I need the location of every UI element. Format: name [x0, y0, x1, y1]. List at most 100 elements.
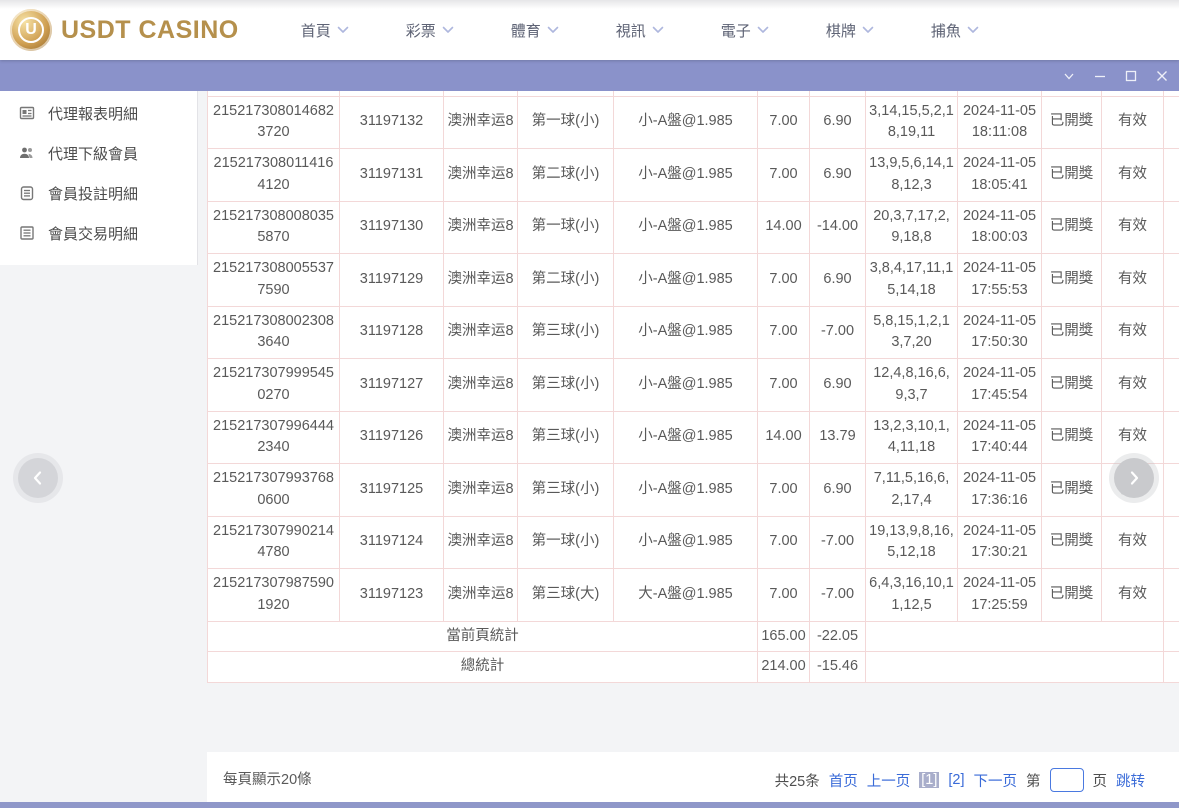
transaction-icon — [19, 225, 35, 241]
cell-win_loss: 6.90 — [810, 359, 866, 412]
cell-result: 3,14,15,5,2,18,19,11 — [866, 96, 958, 149]
cell-option: 小-A盤@1.985 — [614, 306, 758, 359]
cell-bet_id: 31197132 — [340, 96, 444, 149]
cell-draw_status: 已開獎 — [1042, 149, 1102, 202]
cell-draw_status: 已開獎 — [1042, 359, 1102, 412]
nav-item[interactable]: 首頁 — [301, 20, 349, 41]
sidebar-item-label: 代理下級會員 — [48, 143, 138, 164]
table-footer: 每頁顯示20條 共25条 首页 上一页 [1][2] 下一页 第 页 跳转 — [207, 752, 1179, 808]
cell-option: 小-A盤@1.985 — [614, 359, 758, 412]
page-total-amount: 165.00 — [758, 621, 810, 652]
cell-order_id: 2152173079902144780 — [208, 516, 340, 569]
cell-draw_status: 已開獎 — [1042, 96, 1102, 149]
cell-bet_id: 31197130 — [340, 201, 444, 254]
sidebar-item[interactable]: 會員投註明細 — [0, 173, 197, 213]
sidebar-item[interactable]: 代理下級會員 — [0, 133, 197, 173]
cell-game: 澳洲幸运8 — [444, 149, 518, 202]
cell-game: 澳洲幸运8 — [444, 516, 518, 569]
users-icon — [19, 145, 35, 161]
cell-play: 第三球(小) — [518, 359, 614, 412]
bet-detail-icon — [19, 185, 35, 201]
cell-amount: 7.00 — [758, 149, 810, 202]
cell-option: 小-A盤@1.985 — [614, 96, 758, 149]
jump-button[interactable]: 跳转 — [1116, 770, 1145, 791]
logo-coin-icon: U — [10, 9, 52, 51]
cell-win_loss: -7.00 — [810, 516, 866, 569]
cell-play: 第一球(小) — [518, 516, 614, 569]
nav-item[interactable]: 捕魚 — [931, 20, 979, 41]
cell-amount: 7.00 — [758, 306, 810, 359]
chevron-down-icon — [337, 26, 349, 34]
cell-win_loss: 6.90 — [810, 464, 866, 517]
table-row: 215217308008035587031197130澳洲幸运8第一球(小)小-… — [208, 201, 1179, 254]
sidebar-item[interactable]: 代理報表明細 — [0, 93, 197, 133]
page-total-label: 當前頁統計 — [208, 621, 758, 652]
cell-game: 澳洲幸运8 — [444, 96, 518, 149]
current-page[interactable]: [1] — [919, 772, 939, 788]
minimize-icon[interactable] — [1093, 69, 1107, 83]
nav-item[interactable]: 視訊 — [616, 20, 664, 41]
cell-play: 第二球(小) — [518, 254, 614, 307]
jump-prefix: 第 — [1026, 770, 1041, 791]
app-header: U USDT CASINO 首頁 彩票 體育 視訊 電子 棋牌 — [0, 0, 1179, 60]
cell-option: 大-A盤@1.985 — [614, 569, 758, 622]
cell-win_loss: -14.00 — [810, 201, 866, 254]
chevron-down-icon — [652, 26, 664, 34]
table-row: 215217307996444234031197126澳洲幸运8第三球(小)小-… — [208, 411, 1179, 464]
pagination: 共25条 首页 上一页 [1][2] 下一页 第 页 跳转 — [775, 768, 1145, 792]
cell-valid_status: 有效 — [1102, 306, 1164, 359]
collapse-chevron-icon[interactable] — [1062, 69, 1076, 83]
cell-extra — [1164, 411, 1179, 464]
cell-time: 2024-11-05 18:00:03 — [958, 201, 1042, 254]
nav-item-label: 視訊 — [616, 20, 646, 41]
cell-extra — [1164, 359, 1179, 412]
next-page-link[interactable]: 下一页 — [974, 770, 1018, 791]
table-body: 215217308014682372031197132澳洲幸运8第一球(小)小-… — [208, 90, 1179, 621]
table-row: 215217308002308364031197128澳洲幸运8第三球(小)小-… — [208, 306, 1179, 359]
table-row: 215217308011416412031197131澳洲幸运8第二球(小)小-… — [208, 149, 1179, 202]
table-row: 215217307993768060031197125澳洲幸运8第三球(小)小-… — [208, 464, 1179, 517]
sidebar-item[interactable]: 會員交易明細 — [0, 213, 197, 253]
table-row: 215217308005537759031197129澳洲幸运8第二球(小)小-… — [208, 254, 1179, 307]
cell-play: 第二球(小) — [518, 149, 614, 202]
bet-records-table: 215217308014682372031197132澳洲幸运8第一球(小)小-… — [207, 90, 1179, 683]
first-page-link[interactable]: 首页 — [829, 770, 858, 791]
cell-result: 12,4,8,16,6,9,3,7 — [866, 359, 958, 412]
scroll-right-button[interactable] — [1114, 458, 1154, 498]
grand-total-label: 總統計 — [208, 652, 758, 683]
nav-item[interactable]: 體育 — [511, 20, 559, 41]
maximize-icon[interactable] — [1124, 69, 1138, 83]
cell-order_id: 2152173080023083640 — [208, 306, 340, 359]
logo-text: USDT CASINO — [61, 16, 239, 45]
nav-item-label: 彩票 — [406, 20, 436, 41]
page-numbers: [1] [2] — [919, 772, 964, 788]
cell-game: 澳洲幸运8 — [444, 569, 518, 622]
cell-draw_status: 已開獎 — [1042, 254, 1102, 307]
cell-order_id: 2152173080146823720 — [208, 96, 340, 149]
jump-page-input[interactable] — [1050, 768, 1084, 792]
cell-win_loss: -7.00 — [810, 569, 866, 622]
cell-valid_status: 有效 — [1102, 411, 1164, 464]
cell-option: 小-A盤@1.985 — [614, 464, 758, 517]
scroll-left-button[interactable] — [18, 458, 58, 498]
prev-page-link[interactable]: 上一页 — [867, 770, 911, 791]
cell-amount: 14.00 — [758, 201, 810, 254]
cell-bet_id: 31197129 — [340, 254, 444, 307]
cell-time: 2024-11-05 17:55:53 — [958, 254, 1042, 307]
grand-total-row: 總統計 214.00 -15.46 — [208, 652, 1179, 683]
cell-result: 3,8,4,17,11,15,14,18 — [866, 254, 958, 307]
nav-item[interactable]: 電子 — [721, 20, 769, 41]
page-link[interactable]: [2] — [948, 772, 964, 788]
cell-win_loss: 6.90 — [810, 149, 866, 202]
page-total-row: 當前頁統計 165.00 -22.05 — [208, 621, 1179, 652]
cell-valid_status: 有效 — [1102, 254, 1164, 307]
cell-option: 小-A盤@1.985 — [614, 254, 758, 307]
sidebar-item-label: 代理報表明細 — [48, 103, 138, 124]
cell-order_id: 2152173080080355870 — [208, 201, 340, 254]
nav-item[interactable]: 棋牌 — [826, 20, 874, 41]
nav-item[interactable]: 彩票 — [406, 20, 454, 41]
close-icon[interactable] — [1155, 69, 1169, 83]
cell-play: 第三球(小) — [518, 306, 614, 359]
cell-option: 小-A盤@1.985 — [614, 201, 758, 254]
cell-play: 第一球(小) — [518, 201, 614, 254]
